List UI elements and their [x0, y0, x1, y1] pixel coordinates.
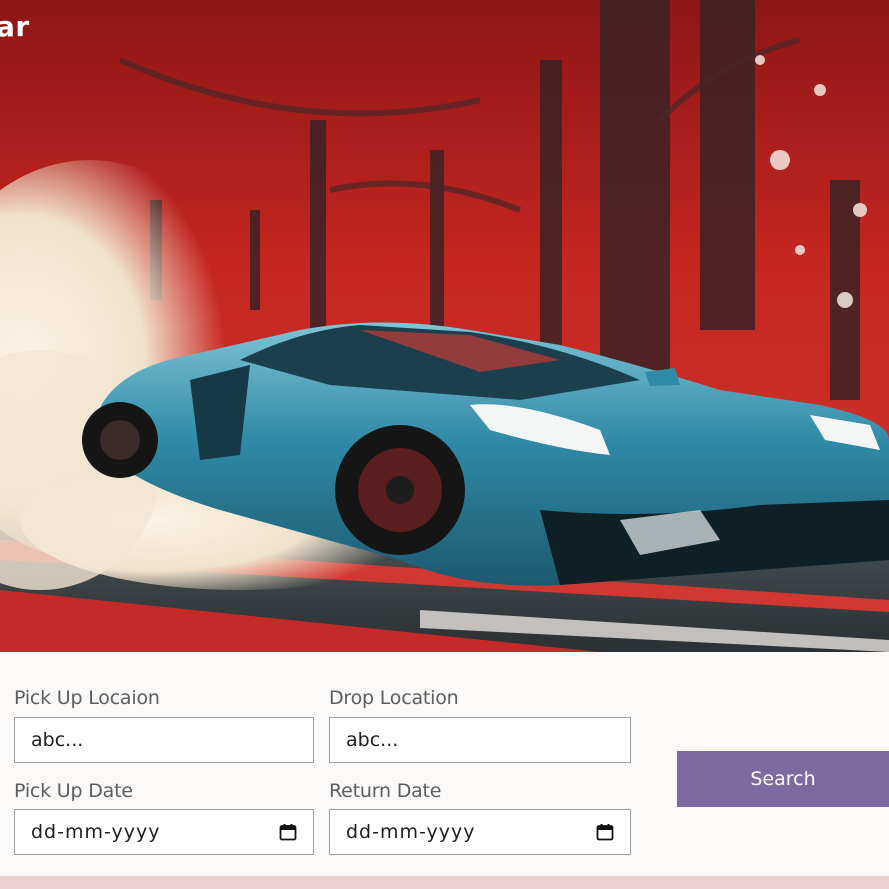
- hero-illustration: [0, 0, 889, 652]
- pickup-date-value: dd-mm-yyyy: [31, 821, 161, 843]
- pickup-date-input[interactable]: dd-mm-yyyy: [14, 809, 314, 855]
- pickup-date-label: Pick Up Date: [14, 780, 133, 802]
- footer-strip: [0, 876, 889, 889]
- search-button[interactable]: Search: [677, 751, 889, 807]
- return-date-value: dd-mm-yyyy: [346, 821, 476, 843]
- pickup-location-input[interactable]: abc...: [14, 717, 314, 763]
- calendar-icon[interactable]: [596, 823, 614, 841]
- drop-location-value: abc...: [346, 729, 399, 751]
- return-date-input[interactable]: dd-mm-yyyy: [329, 809, 631, 855]
- pickup-location-label: Pick Up Locaion: [14, 687, 160, 709]
- booking-search-form: Pick Up Locaion abc... Drop Location abc…: [0, 652, 889, 876]
- calendar-icon[interactable]: [279, 823, 297, 841]
- return-date-label: Return Date: [329, 780, 442, 802]
- drop-location-input[interactable]: abc...: [329, 717, 631, 763]
- pickup-location-value: abc...: [31, 729, 84, 751]
- drop-location-label: Drop Location: [329, 687, 459, 709]
- hero-image: ar: [0, 0, 889, 652]
- hero-title: ar: [0, 10, 30, 43]
